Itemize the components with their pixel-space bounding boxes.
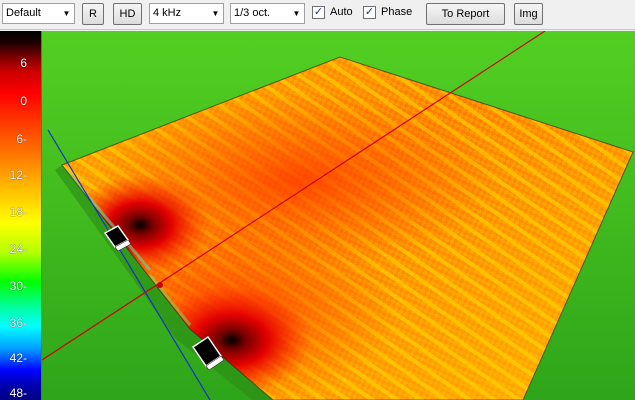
preset-value: Default <box>6 7 41 19</box>
auto-checkbox[interactable]: ✓ <box>312 6 325 19</box>
scale-tick: 48- <box>9 386 27 400</box>
spl-map-window: Default ▼ R HD 4 kHz ▼ 1/3 oct. ▼ ✓ Auto… <box>0 0 635 400</box>
frequency-value: 4 kHz <box>153 7 182 19</box>
scale-tick: 0 <box>20 94 27 108</box>
preset-select[interactable]: Default ▼ <box>2 3 75 24</box>
scale-tick: 12- <box>9 168 27 182</box>
bandwidth-select[interactable]: 1/3 oct. ▼ <box>230 3 305 24</box>
bandwidth-value: 1/3 oct. <box>234 7 271 19</box>
origin-marker <box>157 282 163 288</box>
frequency-select[interactable]: 4 kHz ▼ <box>149 3 224 24</box>
check-mark-icon: ✓ <box>313 6 324 18</box>
spl-plane-canvas <box>41 30 635 400</box>
auto-label[interactable]: Auto <box>330 6 353 19</box>
to-report-button[interactable]: To Report <box>426 3 505 25</box>
chevron-down-icon: ▼ <box>211 9 220 18</box>
scale-tick: 36- <box>9 316 27 330</box>
reset-button[interactable]: R <box>82 3 104 25</box>
scale-tick: 6 <box>20 56 27 70</box>
spl-3d-view[interactable] <box>41 30 635 400</box>
color-scale-legend: 6 0 6- 12- 18- 24- 30- 36- 42- 48- <box>0 31 42 400</box>
phase-checkbox[interactable]: ✓ <box>363 6 376 19</box>
scale-tick: 6- <box>16 132 27 146</box>
scale-tick: 24- <box>9 242 27 256</box>
img-button[interactable]: Img <box>514 3 543 25</box>
scale-tick: 42- <box>9 351 27 365</box>
check-mark-icon: ✓ <box>364 6 375 18</box>
scale-tick: 18- <box>9 205 27 219</box>
toolbar: Default ▼ R HD 4 kHz ▼ 1/3 oct. ▼ ✓ Auto… <box>0 0 635 30</box>
hd-button[interactable]: HD <box>113 3 142 25</box>
phase-label[interactable]: Phase <box>381 6 412 19</box>
chevron-down-icon: ▼ <box>62 9 71 18</box>
scale-tick: 30- <box>9 279 27 293</box>
chevron-down-icon: ▼ <box>292 9 301 18</box>
